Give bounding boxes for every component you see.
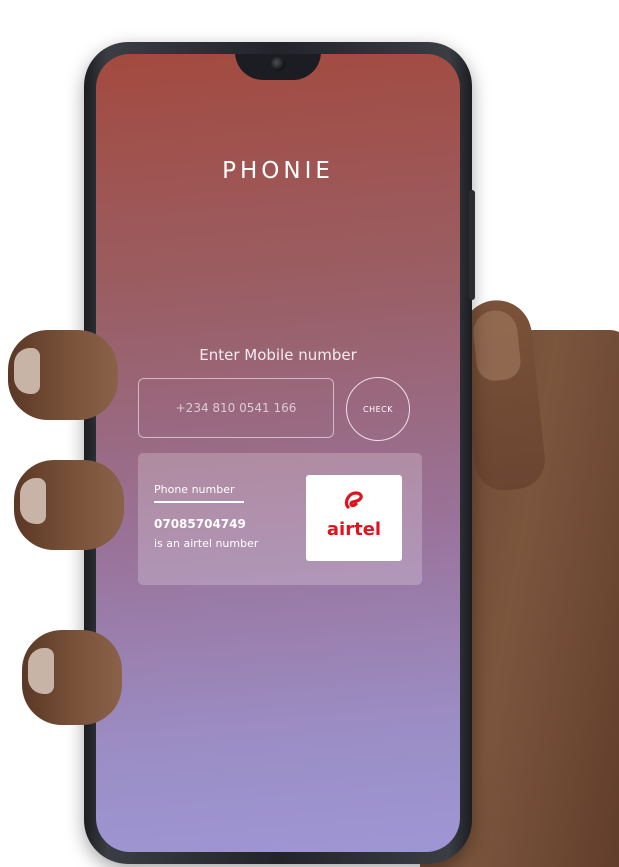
- hand-finger-index: [8, 330, 118, 420]
- finger-nail: [14, 348, 40, 394]
- product-mockup: PHONIE Enter Mobile number CHECK Phone n…: [0, 0, 619, 867]
- result-card: Phone number 07085704749 is an airtel nu…: [138, 453, 422, 585]
- finger-nail: [20, 478, 46, 524]
- carrier-logo-text: airtel: [326, 519, 382, 540]
- finger-nail: [28, 648, 54, 694]
- airtel-swirl-icon: [344, 491, 363, 509]
- phone-side-button: [469, 190, 475, 300]
- phone-screen: PHONIE Enter Mobile number CHECK Phone n…: [96, 54, 460, 852]
- front-camera-icon: [271, 57, 285, 71]
- thumb-nail: [471, 308, 523, 383]
- mobile-number-prompt: Enter Mobile number: [199, 346, 357, 364]
- result-carrier-text: is an airtel number: [154, 537, 259, 550]
- screen-notch: [235, 54, 321, 80]
- result-label: Phone number: [154, 483, 235, 496]
- mobile-number-input[interactable]: [138, 378, 334, 438]
- hand-finger-ring: [22, 630, 122, 725]
- app-title: PHONIE: [222, 158, 334, 184]
- result-phone-number: 07085704749: [154, 517, 246, 531]
- hand-finger-middle: [14, 460, 124, 550]
- carrier-logo: airtel: [306, 475, 402, 561]
- result-label-underline: [154, 501, 244, 503]
- check-button[interactable]: CHECK: [346, 377, 410, 441]
